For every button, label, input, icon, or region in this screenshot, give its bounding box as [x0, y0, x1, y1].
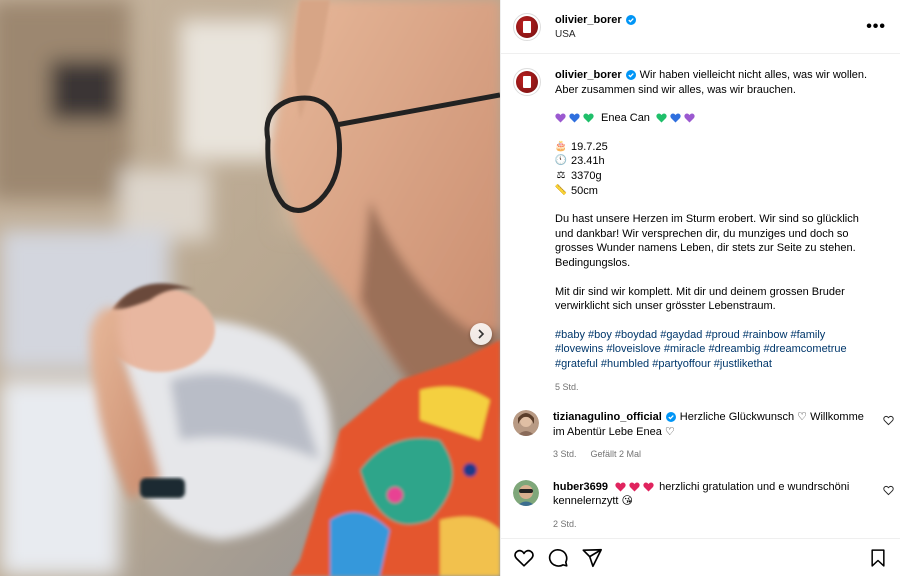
- verified-badge-icon: [665, 412, 676, 423]
- verified-badge-icon: [625, 70, 636, 81]
- red-heart-icon: [629, 482, 640, 492]
- photo-image: [0, 0, 500, 576]
- red-heart-icon: [643, 482, 654, 492]
- like-button[interactable]: [513, 547, 535, 569]
- baby-name: Enea Can: [601, 112, 650, 125]
- bookmark-icon: [871, 548, 885, 567]
- birthday-cake-icon: 🎂: [554, 140, 568, 152]
- caption-text-2: Du hast unsere Herzen im Sturm erobert. …: [555, 213, 859, 269]
- caption-avatar[interactable]: [513, 68, 541, 96]
- post-side-panel: olivier_borer USA ••• olivier_borer Wir h…: [500, 0, 900, 576]
- purple-heart-icon: [684, 113, 695, 123]
- author-username[interactable]: olivier_borer: [555, 14, 622, 26]
- post-photo: [0, 0, 500, 576]
- caption-hashtags[interactable]: #baby #boy #boydad #gaydad #proud #rainb…: [555, 328, 875, 372]
- birth-weight: 3370g: [571, 169, 602, 182]
- post-location[interactable]: USA: [555, 29, 636, 40]
- ruler-icon: 📏: [554, 184, 568, 196]
- comment-age[interactable]: 3 Std.: [553, 447, 577, 462]
- instagram-post: olivier_borer USA ••• olivier_borer Wir h…: [0, 0, 900, 576]
- share-button[interactable]: [581, 547, 603, 569]
- post-actions-bar: [501, 538, 900, 576]
- scale-icon: ⚖: [556, 169, 566, 181]
- verified-badge-icon: [625, 14, 636, 25]
- comment-likes[interactable]: Gefällt 2 Mal: [591, 447, 642, 462]
- birth-time: 23.41h: [571, 155, 605, 168]
- comment-age[interactable]: 2 Std.: [553, 517, 577, 532]
- caption-text-3: Mit dir sind wir komplett. Mit dir und d…: [555, 285, 845, 313]
- commenter-username[interactable]: huber3699: [553, 480, 608, 495]
- kiss-emoji: 😘: [621, 495, 633, 508]
- comment-like-heart-icon[interactable]: [883, 485, 894, 496]
- commenter-username[interactable]: tizianagulino_official: [553, 410, 662, 425]
- birth-length: 50cm: [571, 184, 598, 197]
- chevron-right-icon: [478, 329, 485, 339]
- caption-username[interactable]: olivier_borer: [555, 68, 622, 83]
- blue-heart-icon: [670, 113, 681, 123]
- red-heart-icon: [615, 482, 626, 492]
- caption: olivier_borer Wir haben vielleicht nicht …: [501, 55, 900, 394]
- more-options-icon[interactable]: •••: [866, 18, 886, 35]
- comments-scroll-area[interactable]: olivier_borer Wir haben vielleicht nicht …: [501, 55, 900, 538]
- red-hearts: [615, 482, 657, 492]
- author-avatar[interactable]: [513, 12, 541, 41]
- caption-age[interactable]: 5 Std.: [555, 380, 875, 395]
- heart-icon: [514, 549, 534, 567]
- comment-like-heart-icon[interactable]: [883, 415, 894, 426]
- clock-icon: 🕚: [554, 155, 568, 167]
- post-header: olivier_borer USA •••: [501, 0, 900, 54]
- commenter-avatar[interactable]: [513, 479, 539, 506]
- commenter-avatar[interactable]: [513, 410, 539, 437]
- comment-item: tizianagulino_official Herzliche Glückwun…: [501, 410, 900, 462]
- comment-button[interactable]: [547, 547, 569, 569]
- green-heart-icon: [583, 113, 594, 123]
- birth-date: 19.7.25: [571, 140, 608, 153]
- purple-heart-icon: [555, 113, 566, 123]
- green-heart-icon: [656, 113, 667, 123]
- birth-stats: 🎂 19.7.25 🕚 23.41h ⚖ 3370g 📏 50cm: [555, 140, 875, 198]
- next-image-button[interactable]: [470, 323, 492, 345]
- blue-heart-icon: [569, 113, 580, 123]
- name-line: Enea Can: [555, 111, 875, 126]
- speech-bubble-icon: [548, 548, 568, 567]
- paper-plane-icon: [582, 548, 602, 567]
- save-button[interactable]: [868, 548, 888, 568]
- comment-item: huber3699 herzlichi gratulation und e wu…: [501, 479, 900, 532]
